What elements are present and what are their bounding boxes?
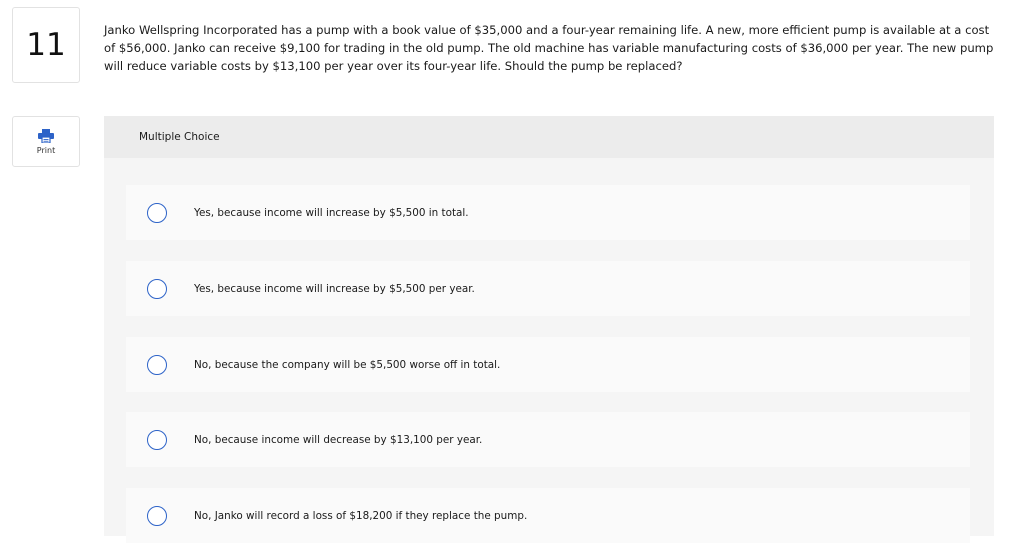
print-button[interactable]: Print: [12, 116, 80, 167]
choice-label: No, because the company will be $5,500 w…: [194, 358, 501, 371]
choice-option[interactable]: No, because income will decrease by $13,…: [126, 412, 970, 467]
multiple-choice-panel: Multiple Choice Yes, because income will…: [104, 116, 994, 543]
question-text: Janko Wellspring Incorporated has a pump…: [104, 23, 994, 73]
printer-icon: [38, 128, 54, 143]
radio-button[interactable]: [147, 202, 167, 223]
choice-label: No, because income will decrease by $13,…: [194, 433, 483, 446]
choice-option[interactable]: No, because the company will be $5,500 w…: [126, 337, 970, 392]
choice-option[interactable]: Yes, because income will increase by $5,…: [126, 261, 970, 316]
choice-label: Yes, because income will increase by $5,…: [194, 282, 475, 295]
radio-button[interactable]: [147, 505, 167, 526]
choice-option[interactable]: No, Janko will record a loss of $18,200 …: [126, 488, 970, 543]
print-label: Print: [36, 145, 56, 155]
multiple-choice-header: Multiple Choice: [104, 116, 994, 158]
choice-label: No, Janko will record a loss of $18,200 …: [194, 509, 528, 522]
choice-label: Yes, because income will increase by $5,…: [194, 206, 469, 219]
radio-button[interactable]: [147, 278, 167, 299]
question-number: 11: [12, 7, 80, 83]
radio-button[interactable]: [147, 354, 167, 375]
radio-button[interactable]: [147, 429, 167, 450]
choice-option[interactable]: Yes, because income will increase by $5,…: [126, 185, 970, 240]
